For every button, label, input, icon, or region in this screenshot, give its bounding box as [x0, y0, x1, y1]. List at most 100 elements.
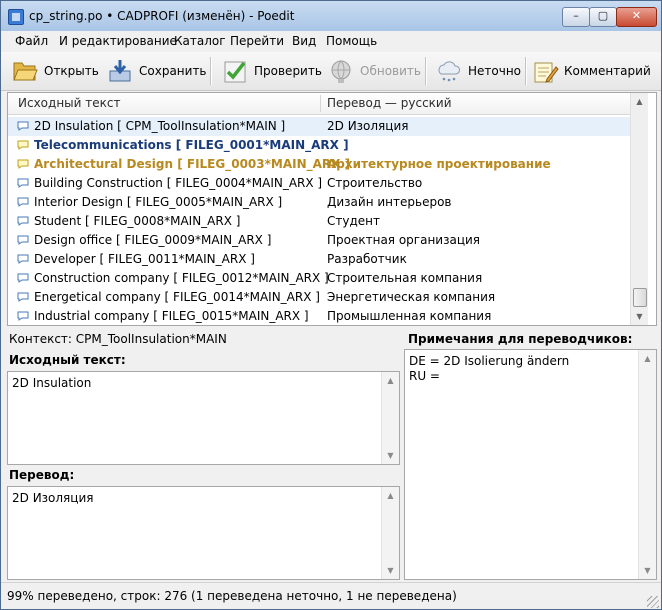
scroll-down-arrow-icon[interactable]: ▼ — [382, 562, 399, 579]
scroll-down-arrow-icon[interactable]: ▼ — [639, 562, 656, 579]
menu-catalog[interactable]: Каталог — [174, 34, 226, 48]
row-translation: Архитектурное проектирование — [327, 157, 551, 171]
comment-button[interactable]: Комментарий — [531, 55, 651, 87]
validate-button[interactable]: Проверить — [221, 55, 322, 87]
row-translation: Энергетическая компания — [327, 290, 496, 304]
update-label: Обновить — [360, 64, 421, 78]
row-source: Energetical company [ FILEG_0014*MAIN_AR… — [34, 290, 320, 304]
fuzzy-label: Неточно — [468, 64, 522, 78]
speech-bubble-icon — [17, 159, 29, 169]
menu-edit[interactable]: И редактирование — [59, 34, 177, 48]
update-button[interactable]: Обновить — [327, 55, 421, 87]
checkmark-icon — [224, 61, 246, 83]
open-label: Открыть — [44, 64, 99, 78]
table-row[interactable]: Architectural Design [ FILEG_0003*MAIN_A… — [8, 155, 630, 174]
scroll-down-arrow-icon[interactable]: ▼ — [382, 447, 399, 464]
resize-grip-icon[interactable] — [647, 596, 659, 608]
toolbar-separator — [425, 57, 427, 85]
context-label: Контекст: CPM_ToolInsulation*MAIN — [9, 332, 227, 346]
window-title: cp_string.po • CADPROFI (изменён) - Poed… — [29, 9, 295, 23]
table-row[interactable]: Interior Design [ FILEG_0005*MAIN_ARX ] … — [8, 193, 630, 212]
row-translation: Студент — [327, 214, 380, 228]
scroll-up-arrow-icon[interactable]: ▲ — [382, 487, 399, 504]
row-source: 2D Insulation [ CPM_ToolInsulation*MAIN … — [34, 119, 286, 133]
table-row[interactable]: 2D Insulation [ CPM_ToolInsulation*MAIN … — [8, 117, 630, 136]
status-bar: 99% переведено, строк: 276 (1 переведена… — [1, 582, 661, 609]
speech-bubble-icon — [17, 273, 29, 283]
table-row[interactable]: Design office [ FILEG_0009*MAIN_ARX ] Пр… — [8, 231, 630, 250]
row-translation: Строительная компания — [327, 271, 483, 285]
close-button[interactable]: ✕ — [616, 7, 657, 27]
speech-bubble-icon — [17, 292, 29, 302]
translation-label: Перевод: — [9, 468, 75, 482]
title-bar[interactable]: cp_string.po • CADPROFI (изменён) - Poed… — [1, 1, 661, 31]
row-translation: Дизайн интерьеров — [327, 195, 452, 209]
row-source: Interior Design [ FILEG_0005*MAIN_ARX ] — [34, 195, 283, 209]
comment-label: Комментарий — [564, 64, 651, 78]
speech-bubble-icon — [17, 311, 29, 321]
speech-bubble-icon — [17, 140, 29, 150]
table-row[interactable]: Telecommunications [ FILEG_0001*MAIN_ARX… — [8, 136, 630, 155]
translation-input[interactable]: 2D Изоляция ▲ ▼ — [7, 486, 400, 580]
row-translation: Промышленная компания — [327, 309, 492, 323]
scroll-down-arrow-icon[interactable]: ▼ — [631, 308, 648, 325]
speech-bubble-icon — [17, 121, 29, 131]
strings-list[interactable]: Исходный текст Перевод — русский 2D Insu… — [7, 92, 657, 326]
list-header: Исходный текст Перевод — русский — [8, 93, 630, 115]
column-header-translation[interactable]: Перевод — русский — [323, 93, 452, 114]
notes-label: Примечания для переводчиков: — [408, 332, 633, 346]
toolbar-separator — [525, 57, 527, 85]
cloud-fuzzy-icon — [438, 61, 460, 82]
row-source: Architectural Design [ FILEG_0003*MAIN_A… — [34, 157, 351, 171]
table-row[interactable]: Energetical company [ FILEG_0014*MAIN_AR… — [8, 288, 630, 307]
source-text-box[interactable]: 2D Insulation ▲ ▼ — [7, 371, 400, 465]
column-header-source[interactable]: Исходный текст — [14, 93, 120, 114]
save-icon — [109, 60, 131, 82]
row-translation: Строительство — [327, 176, 423, 190]
poedit-app-icon — [8, 9, 24, 25]
row-source: Building Construction [ FILEG_0004*MAIN_… — [34, 176, 323, 190]
maximize-button[interactable]: ▢ — [589, 7, 617, 27]
source-text-label: Исходный текст: — [9, 353, 126, 367]
table-row[interactable]: Student [ FILEG_0008*MAIN_ARX ] Студент — [8, 212, 630, 231]
row-source: Design office [ FILEG_0009*MAIN_ARX ] — [34, 233, 272, 247]
fuzzy-button[interactable]: Неточно — [435, 55, 521, 87]
scroll-up-arrow-icon[interactable]: ▲ — [631, 93, 648, 110]
folder-open-icon — [13, 62, 38, 81]
open-button[interactable]: Открыть — [11, 55, 99, 87]
menu-file[interactable]: Файл — [15, 34, 48, 48]
toolbar-separator — [210, 57, 212, 85]
column-separator[interactable] — [320, 95, 321, 112]
notes-text-box[interactable]: DE = 2D Isolierung ändern RU = ▲ ▼ — [404, 349, 657, 580]
row-translation: 2D Изоляция — [327, 119, 409, 133]
scroll-up-arrow-icon[interactable]: ▲ — [639, 350, 656, 367]
notepad-comment-icon — [534, 62, 559, 83]
save-label: Сохранить — [139, 64, 207, 78]
source-text-value: 2D Insulation — [12, 376, 92, 390]
notes-scrollbar[interactable]: ▲ ▼ — [638, 350, 656, 579]
scroll-thumb[interactable] — [633, 288, 647, 307]
menu-view[interactable]: Вид — [292, 34, 316, 48]
table-row[interactable]: Industrial company [ FILEG_0015*MAIN_ARX… — [8, 307, 630, 325]
scroll-up-arrow-icon[interactable]: ▲ — [382, 372, 399, 389]
speech-bubble-icon — [17, 254, 29, 264]
menu-go[interactable]: Перейти — [230, 34, 284, 48]
row-source: Industrial company [ FILEG_0015*MAIN_ARX… — [34, 309, 309, 323]
translation-scrollbar[interactable]: ▲ ▼ — [381, 487, 399, 579]
save-button[interactable]: Сохранить — [106, 55, 207, 87]
table-row[interactable]: Developer [ FILEG_0011*MAIN_ARX ] Разраб… — [8, 250, 630, 269]
speech-bubble-icon — [17, 216, 29, 226]
speech-bubble-icon — [17, 197, 29, 207]
row-translation: Разработчик — [327, 252, 407, 266]
translation-text-value: 2D Изоляция — [12, 491, 94, 505]
table-row[interactable]: Building Construction [ FILEG_0004*MAIN_… — [8, 174, 630, 193]
menu-bar: Файл И редактирование Каталог Перейти Ви… — [1, 32, 661, 51]
table-row[interactable]: Construction company [ FILEG_0012*MAIN_A… — [8, 269, 630, 288]
source-scrollbar[interactable]: ▲ ▼ — [381, 372, 399, 464]
list-scrollbar[interactable]: ▲ ▼ — [630, 93, 648, 325]
globe-update-icon — [331, 60, 351, 83]
row-source: Telecommunications [ FILEG_0001*MAIN_ARX… — [34, 138, 349, 152]
toolbar: Открыть Сохранить Проверить Обновить Нет… — [1, 52, 661, 91]
minimize-button[interactable]: – — [562, 7, 590, 27]
menu-help[interactable]: Помощь — [326, 34, 377, 48]
